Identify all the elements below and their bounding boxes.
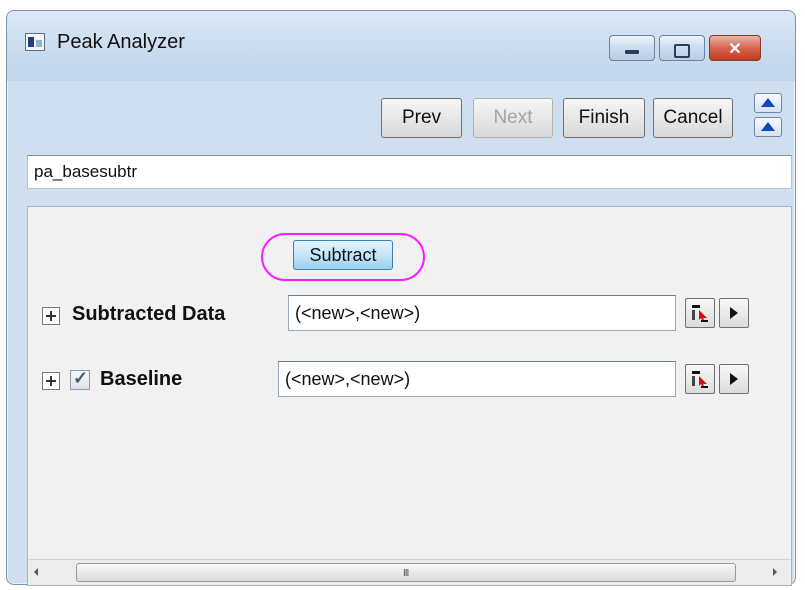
select-range-icon <box>692 371 708 388</box>
next-button[interactable]: Next <box>473 98 553 138</box>
app-window-icon <box>25 33 45 51</box>
minimize-icon <box>610 40 654 54</box>
baseline-menu-button[interactable] <box>719 364 749 394</box>
close-button[interactable]: ✕ <box>709 35 761 61</box>
expand-baseline-icon[interactable] <box>42 372 60 390</box>
title-bar[interactable]: Peak Analyzer ✕ <box>7 11 795 81</box>
collapse-panel-button[interactable] <box>754 93 782 113</box>
minimize-button[interactable] <box>609 35 655 61</box>
prev-button[interactable]: Prev <box>381 98 462 138</box>
baseline-label: Baseline <box>100 368 183 390</box>
select-range-icon <box>692 305 708 322</box>
triangle-right-icon <box>730 307 738 319</box>
theme-name-field[interactable]: pa_basesubtr <box>27 155 792 189</box>
scrollbar-thumb[interactable]: III <box>76 563 736 582</box>
subtracted-data-menu-button[interactable] <box>719 298 749 328</box>
select-subtracted-data-button[interactable] <box>685 298 715 328</box>
window-title: Peak Analyzer <box>57 31 185 53</box>
peak-analyzer-window: Peak Analyzer ✕ Prev Next Finish Cancel … <box>6 10 796 586</box>
triangle-up-icon <box>761 98 775 107</box>
settings-panel: Subtract Subtracted Data (<new>,<new>) ✓… <box>27 206 792 586</box>
baseline-field[interactable]: (<new>,<new>) <box>278 361 676 397</box>
subtracted-data-field[interactable]: (<new>,<new>) <box>288 295 676 331</box>
close-icon: ✕ <box>728 41 742 58</box>
maximize-icon <box>660 40 704 58</box>
horizontal-scrollbar[interactable]: III <box>28 559 791 585</box>
grip-icon: III <box>403 568 409 579</box>
maximize-button[interactable] <box>659 35 705 61</box>
subtract-button[interactable]: Subtract <box>293 240 393 270</box>
triangle-up-icon <box>761 122 775 131</box>
cancel-button[interactable]: Cancel <box>653 98 733 138</box>
finish-button[interactable]: Finish <box>563 98 645 138</box>
collapse-dialog-button[interactable] <box>754 117 782 137</box>
subtracted-data-label: Subtracted Data <box>72 303 226 325</box>
checkmark-icon: ✓ <box>73 368 89 388</box>
scroll-right-icon[interactable] <box>773 568 777 576</box>
baseline-checkbox[interactable]: ✓ <box>70 368 90 390</box>
triangle-right-icon <box>730 373 738 385</box>
scroll-left-icon[interactable] <box>34 568 38 576</box>
select-baseline-button[interactable] <box>685 364 715 394</box>
expand-subtracted-data-icon[interactable] <box>42 307 60 325</box>
